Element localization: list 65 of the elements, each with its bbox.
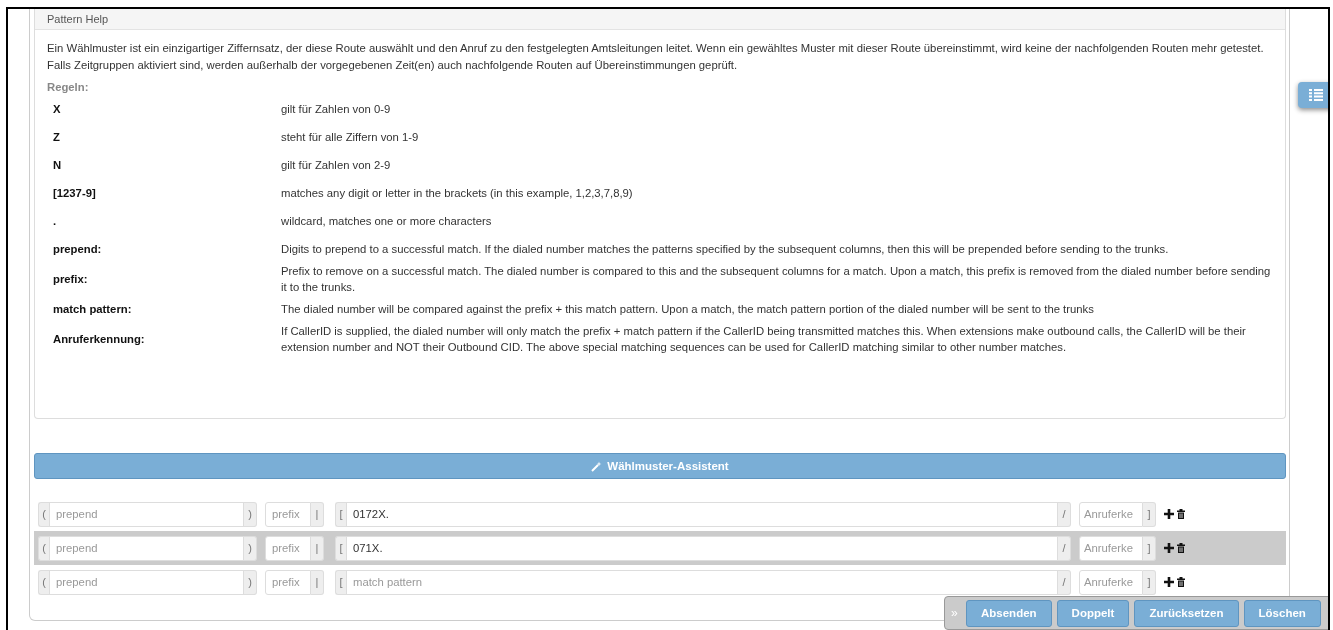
trash-icon[interactable] (1177, 577, 1185, 587)
rule-term: prefix: (52, 273, 89, 285)
rule-description: The dialed number will be compared against the prefix + this match pattern. Upon a match, the match pattern portion of the dialed number will be sent to the trunks (281, 302, 1095, 317)
action-button[interactable]: Löschen (1243, 599, 1321, 627)
plus-icon[interactable] (1164, 509, 1174, 519)
rule-description: Digits to prepend to a successful match. If the dialed number matches the patterns specified by the subsequent columns, then this will be prepended before sending to the trunks. (281, 242, 1170, 257)
addon-label: ) (244, 569, 257, 595)
action-button[interactable]: Doppelt (1056, 599, 1130, 627)
trash-icon[interactable] (1177, 543, 1185, 553)
rule-term: Anruferkennung: (52, 333, 146, 345)
rule-term: Z (52, 131, 61, 143)
trash-icon[interactable] (1177, 509, 1185, 519)
callerid-input[interactable]: Anruferke (1079, 501, 1143, 527)
match-pattern-input[interactable]: 0172X. (346, 501, 1058, 527)
plus-icon[interactable] (1164, 543, 1174, 553)
match-pattern-input[interactable]: match pattern (346, 569, 1058, 595)
addon-label: [ (335, 535, 346, 561)
addon-label: / (1058, 569, 1071, 595)
rule-description: If CallerID is supplied, the dialed number will only match the prefix + match pattern if the CallerID being transmitted matches this. When extensions make outbound calls, the CallerID will be their extension number and NOT their Outbound CID. The above special matching sequences can be used for CallerID matching similar to other number matches. (281, 324, 1247, 355)
rule-term: X (52, 103, 62, 115)
addon-label: ) (244, 501, 257, 527)
addon-label: ) (244, 535, 257, 561)
action-button[interactable]: Zurücksetzen (1134, 599, 1239, 627)
match-pattern-input[interactable]: 071X. (346, 535, 1058, 561)
action-button[interactable]: Absenden (966, 599, 1052, 627)
rule-description: wildcard, matches one or more characters (281, 214, 493, 229)
rule-description: Prefix to remove on a successful match. The dialed number is compared to this and the subsequent columns for a match. Upon a match, this prefix is removed from the dialed number before sending it to the trunks. (281, 264, 1272, 295)
addon-label: | (311, 501, 324, 527)
plus-icon[interactable] (1164, 577, 1174, 587)
addon-label: ( (38, 501, 49, 527)
addon-label: ( (38, 535, 49, 561)
rule-term: prepend: (52, 243, 103, 255)
intro-paragraph: Ein Wählmuster ist ein einzigartiger Ziffernsatz, der diese Route auswählt und den Anruf zu den festgelegten Amtsleitungen leitet. Wenn ein gewähltes Muster mit dieser Route übereinstimmt, wird keine der nachfolgenden Routen mehr getestet. Falls Zeitgruppen aktiviert sind, werden außerhalb der vorgegebenen Zeit(en) auch nachfolgende Routen auf Übereinstimmungen geprüft. (47, 41, 1265, 73)
collapse-toggle[interactable]: » (951, 606, 961, 620)
rule-term: N (52, 159, 63, 171)
rule-term: . (52, 215, 58, 227)
rule-term: match pattern: (52, 303, 133, 315)
help-title: Pattern Help (47, 13, 109, 25)
addon-label: ] (1143, 501, 1156, 527)
callerid-input[interactable]: Anruferke (1079, 569, 1143, 595)
prefix-input[interactable]: prefix (265, 569, 311, 595)
addon-label: | (311, 569, 324, 595)
prepend-input[interactable]: prepend (49, 535, 244, 561)
rule-term: [1237-9] (52, 187, 97, 199)
addon-label: [ (335, 501, 346, 527)
addon-label: ( (38, 569, 49, 595)
prefix-input[interactable]: prefix (265, 535, 311, 561)
prepend-input[interactable]: prepend (49, 501, 244, 527)
rule-description: gilt für Zahlen von 0-9 (281, 102, 392, 117)
addon-label: ] (1143, 535, 1156, 561)
wizard-button[interactable]: Wählmuster-Assistent (34, 453, 1286, 479)
addon-label: [ (335, 569, 346, 595)
list-icon (1309, 89, 1323, 101)
addon-label: / (1058, 535, 1071, 561)
callerid-input[interactable]: Anruferke (1079, 535, 1143, 561)
wand-icon (591, 460, 603, 472)
prefix-input[interactable]: prefix (265, 501, 311, 527)
rule-description: steht für alle Ziffern von 1-9 (281, 130, 420, 145)
addon-label: / (1058, 501, 1071, 527)
addon-label: | (311, 535, 324, 561)
rule-description: matches any digit or letter in the brackets (in this example, 1,2,3,7,8,9) (281, 186, 634, 201)
rule-description: gilt für Zahlen von 2-9 (281, 158, 392, 173)
rules-heading: Regeln: (47, 80, 90, 95)
addon-label: ] (1143, 569, 1156, 595)
prepend-input[interactable]: prepend (49, 569, 244, 595)
